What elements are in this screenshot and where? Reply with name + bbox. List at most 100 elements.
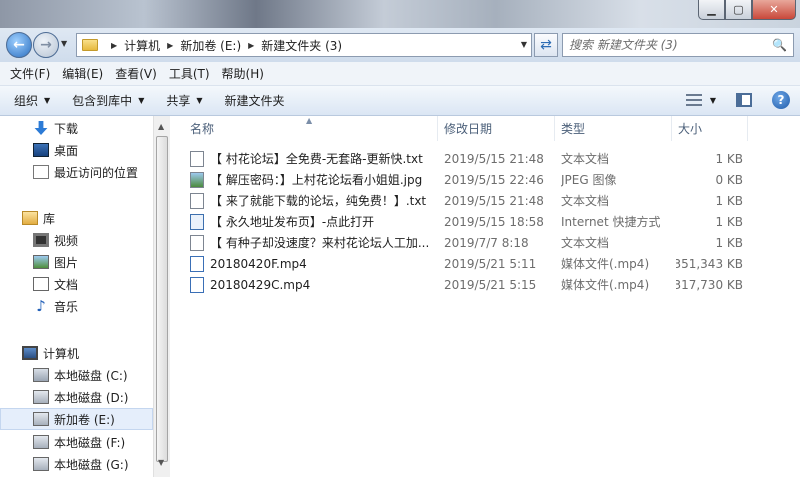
chevron-down-icon: ▼ [138,96,145,105]
file-row[interactable]: 20180429C.mp4 2019/5/21 5:15 媒体文件(.mp4) … [186,274,746,295]
file-row[interactable]: 【 有种子却没速度？来村花论坛人工加... 2019/7/7 8:18 文本文档… [186,232,746,253]
file-date: 2019/5/15 21:48 [444,151,544,166]
documents-icon [33,277,49,291]
sidebar-item-drive-d[interactable]: 本地磁盘 (D:) [0,386,153,408]
sidebar-item-pictures[interactable]: 图片 [0,251,153,273]
address-dropdown-icon[interactable]: ▼ [521,40,527,49]
file-type: 文本文档 [561,194,610,208]
file-date: 2019/5/15 18:58 [444,214,544,229]
file-date: 2019/5/15 21:48 [444,193,544,208]
view-controls: ▼ ? [685,91,790,109]
menu-edit[interactable]: 编辑(E) [56,65,109,82]
drive-icon [33,390,49,404]
navigation-pane-scrollbar[interactable]: ▲ ▼ [153,116,170,477]
file-date: 2019/5/21 5:15 [444,277,537,292]
column-header-date[interactable]: 修改日期 [438,116,555,141]
download-icon [34,121,48,135]
maximize-icon: ▢ [733,3,744,16]
navigation-bar: ← → ▼ ▶ 计算机 ▶ 新加卷 (E:) ▶ 新建文件夹 (3) ▼ ⇄ 🔍 [0,28,800,62]
breadcrumb-drive-e[interactable]: 新加卷 (E:) [180,37,241,54]
breadcrumb-separator-icon[interactable]: ▶ [111,41,117,50]
view-options-dropdown-icon[interactable]: ▼ [710,96,716,105]
file-name: 【 有种子却没速度？来村花论坛人工加... [210,236,430,250]
file-type: 媒体文件(.mp4) [561,278,650,292]
system-drive-icon [33,368,49,382]
breadcrumb-separator-icon[interactable]: ▶ [248,41,254,50]
file-list: ▲ 名称 修改日期 类型 大小 【 村花论坛】全免费-无套路-更新快.txt 2… [170,116,800,477]
column-header-size[interactable]: 大小 [672,116,748,141]
sidebar-item-label: 本地磁盘 (F:) [54,435,126,450]
file-name: 20180429C.mp4 [210,277,311,292]
breadcrumb-separator-icon[interactable]: ▶ [167,41,173,50]
music-icon: ♪ [36,297,46,315]
file-row[interactable]: 【 永久地址发布页】-点此打开 2019/5/15 18:58 Internet… [186,211,746,232]
sidebar-item-documents[interactable]: 文档 [0,273,153,295]
forward-button[interactable]: → [33,32,59,58]
share-label: 共享 [166,94,191,108]
menu-view[interactable]: 查看(V) [109,65,163,82]
column-header-label: 大小 [678,122,703,136]
maximize-button[interactable]: ▢ [725,0,752,20]
chevron-down-icon: ▼ [44,96,51,105]
organize-button[interactable]: 组织 ▼ [14,92,50,109]
file-type: 文本文档 [561,236,610,250]
breadcrumb-current-folder[interactable]: 新建文件夹 (3) [261,37,342,54]
preview-pane-icon[interactable] [736,93,752,107]
drive-icon [33,412,49,426]
sidebar-item-desktop[interactable]: 桌面 [0,139,153,161]
file-row[interactable]: 【 来了就能下载的论坛，纯免费！】.txt 2019/5/15 21:48 文本… [186,190,746,211]
desktop-icon [33,143,49,157]
column-header-name[interactable]: 名称 [170,116,438,141]
close-icon: ✕ [769,3,779,16]
file-name: 【 永久地址发布页】-点此打开 [210,215,375,229]
sidebar-item-downloads[interactable]: 下载 [0,117,153,139]
address-bar[interactable]: ▶ 计算机 ▶ 新加卷 (E:) ▶ 新建文件夹 (3) ▼ [76,33,532,57]
include-in-library-button[interactable]: 包含到库中 ▼ [72,92,144,109]
folder-icon [82,39,98,51]
recent-pages-dropdown[interactable]: ▼ [61,39,67,48]
search-icon[interactable]: 🔍 [772,38,787,52]
refresh-button[interactable]: ⇄ [534,33,558,57]
menu-file[interactable]: 文件(F) [4,65,56,82]
text-file-icon [190,150,204,167]
search-box[interactable]: 🔍 [562,33,794,57]
new-folder-button[interactable]: 新建文件夹 [225,92,285,109]
menu-help[interactable]: 帮助(H) [216,65,270,82]
view-options-icon[interactable] [685,94,702,106]
sidebar-item-drive-f[interactable]: 本地磁盘 (F:) [0,431,153,453]
close-button[interactable]: ✕ [752,0,796,20]
sidebar-item-videos[interactable]: 视频 [0,229,153,251]
file-size: 1 KB [715,214,743,229]
minimize-button[interactable]: ▁ [698,0,725,20]
sidebar-item-libraries[interactable]: 库 [0,207,153,229]
scroll-up-icon[interactable]: ▲ [158,122,164,131]
file-size: 351,343 KB [676,256,743,271]
sidebar-item-label: 本地磁盘 (C:) [54,368,128,383]
image-file-icon [190,171,204,188]
menu-bar: 文件(F) 编辑(E) 查看(V) 工具(T) 帮助(H) [0,62,800,86]
back-button[interactable]: ← [6,32,32,58]
column-header-label: 名称 [190,122,215,136]
menu-tools[interactable]: 工具(T) [163,65,216,82]
scroll-down-icon[interactable]: ▼ [158,458,164,467]
file-row[interactable]: 【 解压密码：】上村花论坛看小姐姐.jpg 2019/5/15 22:46 JP… [186,169,746,190]
search-input[interactable] [569,38,759,52]
sidebar-item-music[interactable]: ♪ 音乐 [0,295,153,317]
file-size: 0 KB [715,172,743,187]
scrollbar-thumb[interactable] [156,136,168,462]
file-name: 【 村花论坛】全免费-无套路-更新快.txt [210,152,423,166]
breadcrumb-computer[interactable]: 计算机 [124,37,160,54]
sidebar-item-drive-e[interactable]: 新加卷 (E:) [0,408,153,430]
sidebar-item-computer[interactable]: 计算机 [0,342,153,364]
sidebar-item-drive-g[interactable]: 本地磁盘 (G:) [0,453,153,475]
file-type: 文本文档 [561,152,610,166]
file-row[interactable]: 20180420F.mp4 2019/5/21 5:11 媒体文件(.mp4) … [186,253,746,274]
sidebar-item-drive-c[interactable]: 本地磁盘 (C:) [0,364,153,386]
sidebar-item-label: 计算机 [43,346,80,361]
share-button[interactable]: 共享 ▼ [166,92,202,109]
sidebar-item-recent-places[interactable]: 最近访问的位置 [0,161,153,183]
navigation-pane: 下载 桌面 最近访问的位置 库 视频 图片 文档 ♪ 音乐 计算机 本地磁盘 (… [0,116,153,477]
file-row[interactable]: 【 村花论坛】全免费-无套路-更新快.txt 2019/5/15 21:48 文… [186,148,746,169]
column-header-type[interactable]: 类型 [555,116,672,141]
help-icon[interactable]: ? [772,91,790,109]
